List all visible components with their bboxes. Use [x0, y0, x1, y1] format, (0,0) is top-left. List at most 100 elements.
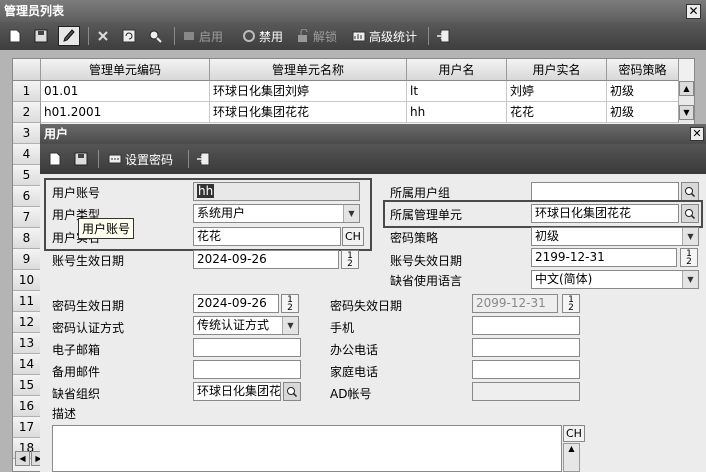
description-textarea[interactable] — [52, 425, 562, 472]
calendar-icon[interactable]: 12 — [680, 248, 698, 267]
dialog-close-button[interactable]: ✕ — [690, 127, 704, 141]
save-icon — [74, 152, 88, 166]
expire-date-field[interactable]: 2199-12-31 — [531, 248, 677, 267]
row-number[interactable]: 17 — [13, 417, 41, 438]
disable-button[interactable]: 禁用 — [242, 26, 283, 46]
email-field[interactable] — [193, 338, 301, 357]
refresh-button[interactable] — [122, 26, 136, 46]
dialog-new-button[interactable] — [48, 149, 62, 169]
set-password-button[interactable]: 设置密码 — [108, 149, 173, 169]
table-cell[interactable]: h01.2001 — [41, 102, 210, 123]
chevron-down-icon[interactable]: ▼ — [682, 228, 698, 245]
chevron-down-icon[interactable]: ▼ — [282, 317, 298, 334]
row-number[interactable]: 10 — [13, 270, 41, 291]
home-phone-label: 家庭电话 — [330, 365, 379, 379]
row-number[interactable]: 16 — [13, 396, 41, 417]
language-label: 缺省使用语言 — [390, 274, 463, 288]
pwd-expire-label: 密码失效日期 — [330, 299, 403, 313]
row-number[interactable]: 14 — [13, 354, 41, 375]
table-cell[interactable]: 初级 — [607, 102, 679, 123]
row-number[interactable]: 6 — [13, 186, 41, 207]
new-document-icon — [9, 29, 21, 43]
pwd-expire-value: 2099-12-31 — [476, 296, 546, 310]
input-method-ch[interactable]: CH — [563, 425, 585, 442]
row-number[interactable]: 9 — [13, 249, 41, 270]
calendar-icon[interactable]: 12 — [281, 294, 299, 313]
table-cell[interactable]: 01.01 — [41, 81, 210, 102]
backup-email-label: 备用邮件 — [52, 365, 101, 379]
enable-label: 启用 — [199, 29, 224, 44]
backup-email-field[interactable] — [193, 360, 301, 379]
column-header-username[interactable]: 用户名 — [407, 59, 507, 81]
search-icon — [287, 386, 298, 397]
table-cell[interactable]: 环球日化集团刘婷 — [210, 81, 407, 102]
grid-vertical-scrollbar[interactable]: ▲ ▼ — [678, 81, 694, 123]
scroll-left-icon[interactable]: ◀ — [15, 451, 30, 466]
chevron-down-icon[interactable]: ▼ — [682, 271, 698, 288]
user-group-picker-button[interactable] — [681, 182, 699, 201]
auth-select[interactable]: 传统认证方式 ▼ — [193, 316, 299, 335]
column-header-password-policy[interactable]: 密码策略 — [607, 59, 679, 81]
column-header-unit-name[interactable]: 管理单元名称 — [210, 59, 407, 81]
calendar-icon[interactable]: 12 — [562, 294, 580, 313]
pwd-effective-field[interactable]: 2024-09-26 — [193, 294, 279, 313]
row-number[interactable]: 3 — [13, 123, 41, 144]
pwd-expire-field[interactable]: 2099-12-31 — [472, 294, 558, 313]
table-cell[interactable]: hh — [407, 102, 507, 123]
scroll-up-icon[interactable]: ▲ — [564, 444, 579, 453]
ad-account-field[interactable] — [472, 382, 580, 401]
set-password-label: 设置密码 — [125, 152, 174, 167]
row-number[interactable]: 1 — [13, 81, 41, 102]
edit-brush-icon — [63, 29, 75, 42]
row-number[interactable]: 13 — [13, 333, 41, 354]
delete-button[interactable] — [96, 26, 110, 46]
enable-button[interactable]: 启用 — [182, 26, 223, 46]
effective-date-field[interactable]: 2024-09-26 — [193, 250, 339, 269]
user-group-label: 所属用户组 — [390, 186, 451, 200]
description-scrollbar[interactable]: ▲ — [563, 443, 580, 472]
advanced-stats-button[interactable]: 高级统计 — [352, 26, 417, 46]
row-number[interactable]: 11 — [13, 291, 41, 312]
pwd-effective-label: 密码生效日期 — [52, 299, 125, 313]
user-dialog-title-bar: 用户 — [40, 124, 706, 144]
row-number[interactable]: 15 — [13, 375, 41, 396]
row-number[interactable]: 2 — [13, 102, 41, 123]
unlock-button[interactable]: 解锁 — [296, 26, 337, 46]
pwd-policy-value: 初级 — [535, 229, 560, 243]
description-label: 描述 — [52, 407, 77, 421]
default-org-field[interactable]: 环球日化集团花 — [193, 382, 281, 401]
unlock-label: 解锁 — [313, 29, 338, 44]
new-button[interactable] — [8, 26, 22, 46]
save-button[interactable] — [34, 26, 48, 46]
dialog-save-button[interactable] — [74, 149, 88, 169]
table-cell[interactable]: 花花 — [507, 102, 607, 123]
user-group-field[interactable] — [531, 182, 679, 201]
scroll-up-icon[interactable]: ▲ — [679, 81, 694, 96]
highlight-box-admin-unit — [383, 200, 703, 228]
search-button[interactable] — [148, 26, 162, 46]
language-select[interactable]: 中文(简体) ▼ — [531, 270, 699, 289]
table-cell[interactable]: lt — [407, 81, 507, 102]
table-cell[interactable]: 刘婷 — [507, 81, 607, 102]
column-header-unit-code[interactable]: 管理单元编码 — [41, 59, 210, 81]
dialog-exit-button[interactable] — [196, 149, 210, 169]
office-phone-field[interactable] — [472, 338, 580, 357]
pwd-policy-select[interactable]: 初级 ▼ — [531, 227, 699, 246]
row-number[interactable]: 12 — [13, 312, 41, 333]
table-cell[interactable]: 环球日化集团花花 — [210, 102, 407, 123]
exit-button[interactable] — [436, 26, 450, 46]
edit-button[interactable] — [58, 26, 80, 46]
window-close-button[interactable]: ✕ — [686, 4, 701, 19]
row-number[interactable]: 7 — [13, 207, 41, 228]
row-number[interactable]: 5 — [13, 165, 41, 186]
scroll-down-icon[interactable]: ▼ — [679, 105, 694, 120]
calendar-icon[interactable]: 12 — [341, 250, 359, 269]
org-picker-button[interactable] — [283, 382, 301, 401]
home-phone-field[interactable] — [472, 360, 580, 379]
row-number[interactable]: 8 — [13, 228, 41, 249]
row-number[interactable]: 4 — [13, 144, 41, 165]
mobile-field[interactable] — [472, 316, 580, 335]
row-header-corner — [13, 59, 41, 81]
column-header-realname[interactable]: 用户实名 — [507, 59, 607, 81]
table-cell[interactable]: 初级 — [607, 81, 679, 102]
